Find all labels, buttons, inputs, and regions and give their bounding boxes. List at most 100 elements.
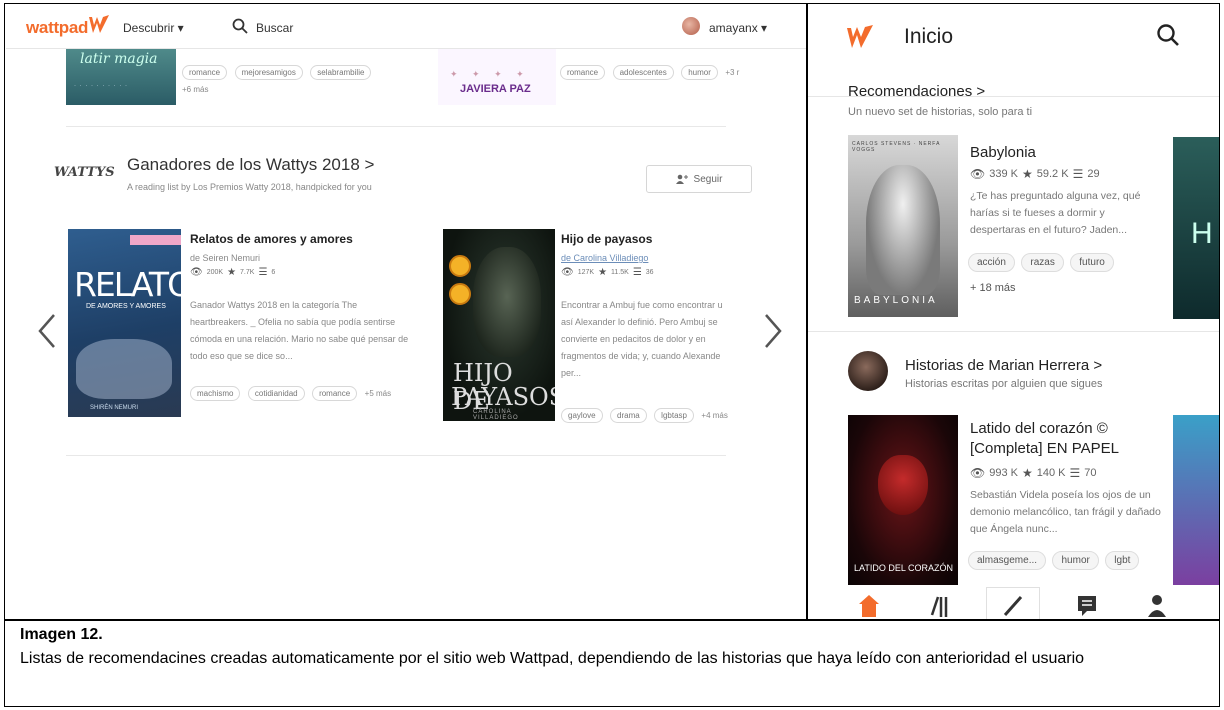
story-cover-prev-2[interactable]: ✦ ✦ ✦ ✦ JAVIERA PAZ	[438, 49, 556, 105]
reading-list-subtitle: A reading list by Los Premios Watty 2018…	[127, 182, 372, 192]
tag-list: machismo cotidianidad romance +5 más	[190, 383, 391, 401]
author-section-subtitle: Historias escritas por alguien que sigue…	[905, 378, 1103, 390]
tag[interactable]: romance	[182, 65, 228, 80]
tag[interactable]: drama	[610, 408, 647, 423]
cover-title-line2: PAYASOS	[451, 383, 555, 411]
more-tags-link[interactable]: +5 más	[365, 389, 391, 398]
book-description: Sebastián Videla poseía los ojos de un d…	[970, 489, 1161, 535]
parts-count: 6	[271, 269, 276, 276]
cover-illustration	[878, 455, 928, 515]
star-icon: ★	[1021, 167, 1033, 181]
cover-subtitle: DE AMORES Y AMORES	[86, 303, 166, 310]
book-stats: 👁 993 K ★ 140 K ☰ 70	[970, 466, 1097, 480]
discover-menu[interactable]: Descubrir ▾	[123, 21, 184, 35]
profile-icon[interactable]	[1142, 593, 1172, 619]
book-cover-babylonia[interactable]: CARLOS STEVENS · NERFA VOGGS BABYLONIA	[848, 135, 958, 317]
tag[interactable]: adolescentes	[612, 65, 674, 80]
more-tags-link[interactable]: + 18 más	[970, 282, 1016, 294]
tag[interactable]: lgbt	[1105, 551, 1140, 570]
wattpad-w-logo-icon[interactable]	[846, 22, 874, 52]
award-badge-icon	[449, 255, 471, 277]
book-title[interactable]: Hijo de payasos	[561, 232, 652, 246]
desktop-screenshot: wattpad Descubrir ▾ Buscar amayanx ▾ lat…	[6, 5, 806, 619]
description-line: fragmentos de vida; y, cuando Alexande	[561, 351, 721, 361]
book-description: Encontrar a Ambuj fue como encontrar u a…	[561, 297, 759, 382]
tag[interactable]: acción	[968, 253, 1015, 272]
user-menu[interactable]: amayanx ▾	[709, 21, 767, 35]
cover-illustration	[76, 339, 172, 399]
eye-icon: 👁	[970, 167, 986, 181]
description-line: así Alexander lo definió. Pero Ambuj se	[561, 317, 718, 327]
next-book-cover-partial[interactable]	[1173, 415, 1219, 585]
parts-count: 29	[1087, 168, 1100, 180]
divider	[66, 455, 726, 456]
carousel-prev-chevron-icon[interactable]	[36, 311, 58, 351]
book-cover-latido[interactable]: LATIDO DEL CORAZÓN	[848, 415, 958, 585]
user-avatar[interactable]	[682, 17, 700, 35]
add-user-icon	[675, 174, 688, 184]
star-icon: ★	[598, 267, 608, 278]
next-book-cover-partial[interactable]: H	[1173, 137, 1219, 319]
tag[interactable]: cotidianidad	[247, 386, 305, 401]
book-cover-hijo-de-payasos[interactable]: HIJO DE PAYASOS CAROLINA VILLADIEGO	[443, 229, 555, 421]
book-stats: 👁 127K ★ 11.5K ☰ 36	[561, 267, 654, 278]
cover-author: SHIRÉN NEMURI	[90, 405, 139, 411]
write-pencil-icon[interactable]	[998, 593, 1028, 619]
library-icon[interactable]	[924, 593, 954, 619]
list-icon: ☰	[1072, 167, 1084, 181]
story-cover-prev-1[interactable]: latir magia · · · · · · · · · ·	[66, 49, 176, 105]
divider	[808, 331, 1219, 332]
tag[interactable]: romance	[560, 65, 606, 80]
cover-illustration	[866, 165, 940, 295]
reads-count: 200K	[206, 269, 224, 276]
more-tags-link[interactable]: +6 más	[182, 85, 208, 94]
carousel-next-chevron-icon[interactable]	[762, 311, 784, 351]
eye-icon: 👁	[970, 466, 986, 480]
tag[interactable]: gaylove	[561, 408, 603, 423]
book-title[interactable]: Latido del corazón © [Completa] EN PAPEL	[970, 419, 1170, 459]
caption-divider	[4, 619, 1220, 621]
messages-icon[interactable]	[1072, 593, 1102, 619]
tag[interactable]: humor	[681, 65, 718, 80]
reads-count: 993 K	[989, 467, 1018, 479]
reading-list-title[interactable]: Ganadores de los Wattys 2018 >	[127, 155, 374, 175]
tag[interactable]: futuro	[1070, 253, 1114, 272]
book-cover-relatos[interactable]: RELATOS DE AMORES Y AMORES SHIRÉN NEMURI	[68, 229, 181, 417]
description-line: convierte en pedacitos de dolor y en	[561, 334, 706, 344]
description-line: per...	[561, 368, 582, 378]
tag[interactable]: almasgeme...	[968, 551, 1047, 570]
search-icon[interactable]	[1156, 23, 1180, 47]
search-input[interactable]: Buscar	[256, 21, 293, 35]
home-icon[interactable]	[854, 593, 884, 619]
wattpad-w-logo-icon[interactable]	[88, 13, 110, 37]
tag[interactable]: lgbtasp	[654, 408, 694, 423]
book-description: Ganador Wattys 2018 en la categoría The …	[190, 300, 409, 361]
tag[interactable]: machismo	[190, 386, 241, 401]
wattpad-logo-text[interactable]: wattpad	[26, 18, 88, 38]
cover-authors: CARLOS STEVENS · NERFA VOGGS	[852, 141, 941, 153]
recommendations-title[interactable]: Recomendaciones >	[848, 83, 985, 100]
more-tags-link[interactable]: +4 más	[701, 411, 727, 420]
eye-icon: 👁	[561, 267, 574, 278]
tag[interactable]: mejoresamigos	[234, 65, 303, 80]
author-avatar[interactable]	[848, 351, 888, 391]
parts-count: 70	[1084, 467, 1097, 479]
tag[interactable]: razas	[1021, 253, 1064, 272]
author-section-title[interactable]: Historias de Marian Herrera >	[905, 357, 1102, 374]
follow-button[interactable]: Seguir	[646, 165, 752, 193]
tag[interactable]: romance	[312, 386, 358, 401]
search-icon[interactable]	[232, 18, 248, 34]
tag[interactable]: humor	[1052, 551, 1099, 570]
eye-icon: 👁	[190, 267, 203, 278]
book-stats: 👁 200K ★ 7.7K ☰ 6	[190, 267, 275, 278]
cover-author: JAVIERA PAZ	[460, 83, 531, 95]
book-author[interactable]: de Seiren Nemuri	[190, 253, 260, 263]
caption-text: Listas de recomendacines creadas automat…	[20, 650, 1085, 667]
book-title[interactable]: Babylonia	[970, 144, 1036, 161]
book-author[interactable]: de Carolina Villadiego	[561, 253, 648, 263]
more-tags-link[interactable]: +3 r	[725, 68, 739, 77]
tag[interactable]: selabrambilie	[310, 65, 372, 80]
tag-list: romance mejoresamigos selabrambilie	[182, 62, 374, 80]
description-line: Encontrar a Ambuj fue como encontrar u	[561, 300, 723, 310]
book-title[interactable]: Relatos de amores y amores	[190, 232, 353, 246]
